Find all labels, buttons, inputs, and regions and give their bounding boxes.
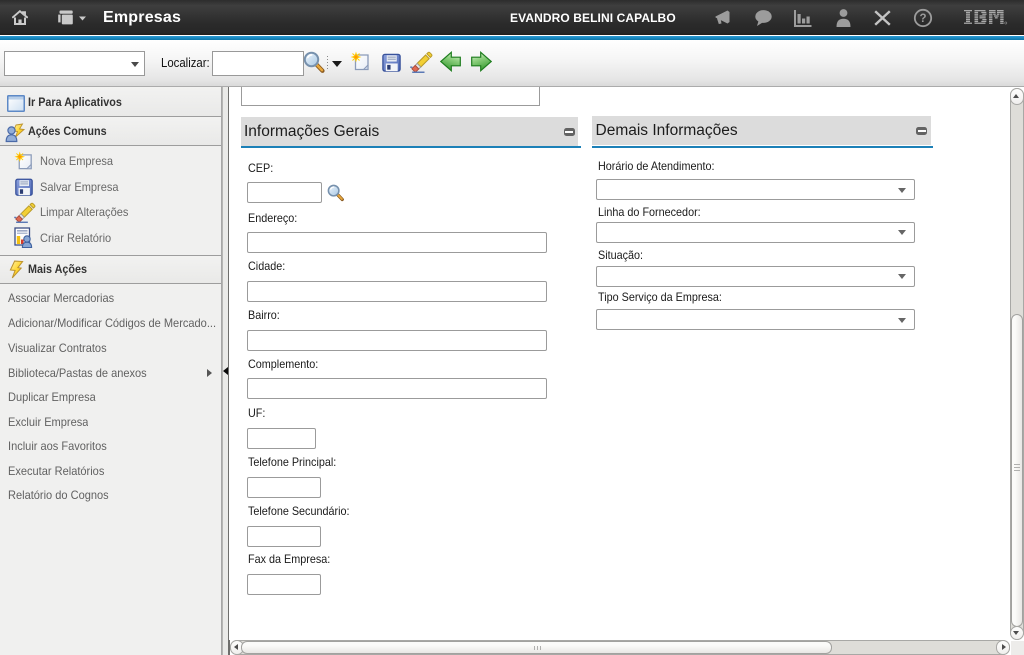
svg-text:?: ? [919, 13, 926, 25]
